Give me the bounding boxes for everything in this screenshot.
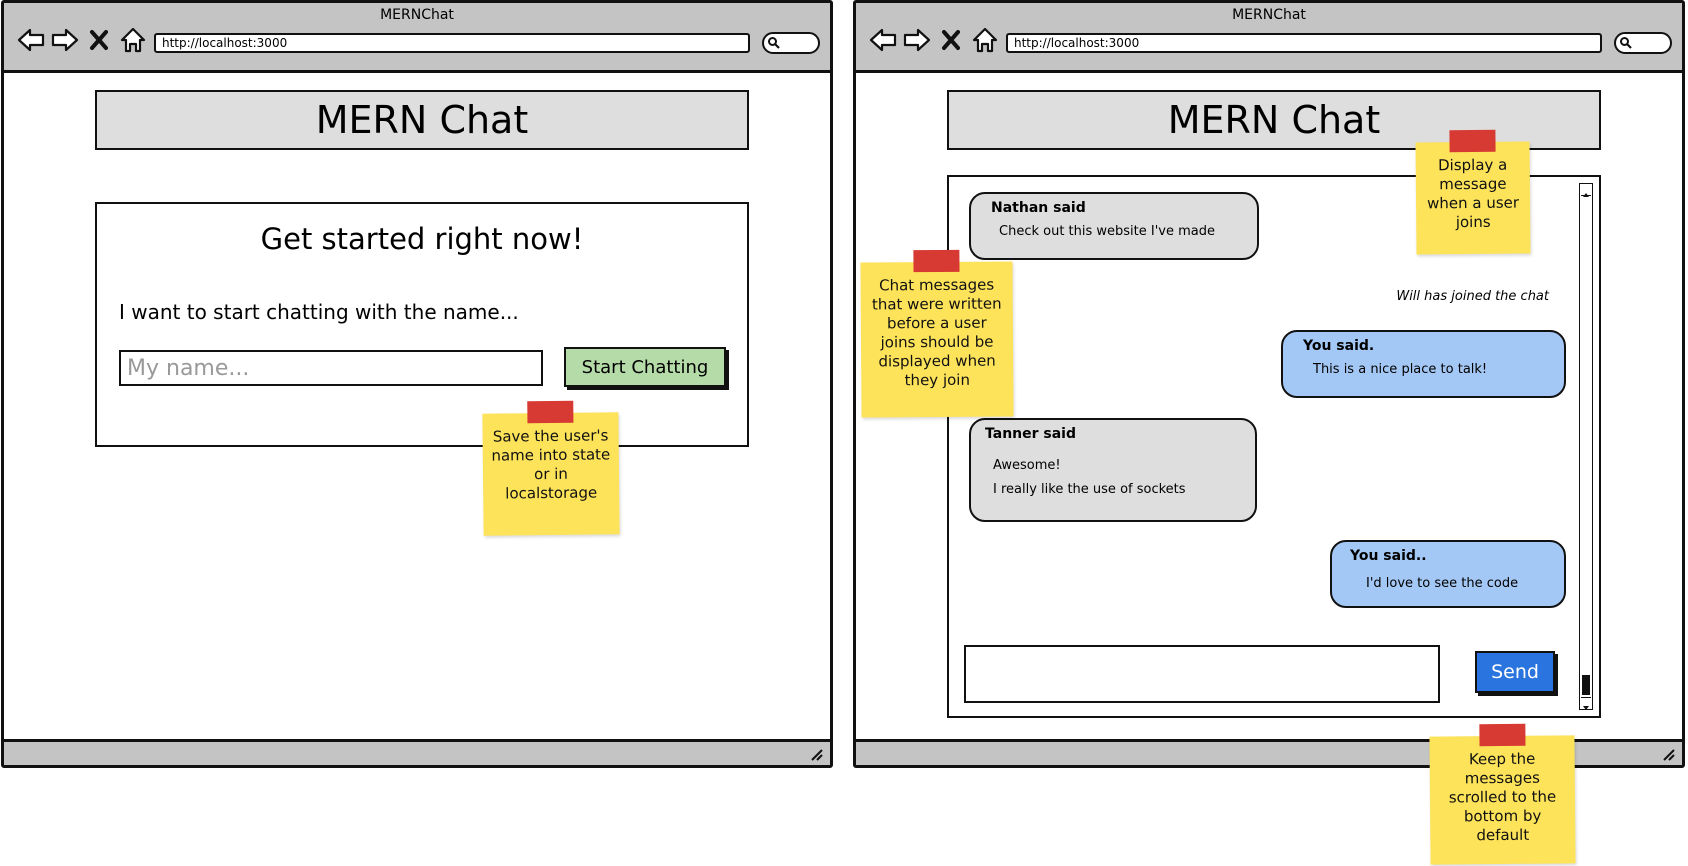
home-icon[interactable]	[970, 25, 1000, 55]
window-title: MERNChat	[380, 7, 454, 23]
nav-buttons	[16, 25, 148, 55]
sticky-note-text: Keep the messages scrolled to the bottom…	[1448, 749, 1557, 845]
tape-strip	[1478, 723, 1526, 747]
sticky-note-display-join: Display a message when a user joins	[1415, 129, 1531, 255]
tape-strip	[913, 249, 960, 273]
message-text: Awesome!	[993, 458, 1061, 473]
scroll-thumb[interactable]	[1582, 675, 1590, 695]
sticky-note-text: Chat messages that were written before a…	[871, 275, 1002, 390]
sticky-note-previous-messages: Chat messages that were written before a…	[860, 249, 1014, 418]
name-input[interactable]	[119, 350, 543, 386]
message-sender: You said.	[1303, 338, 1375, 354]
chat-message: You said.. I'd love to see the code	[1330, 540, 1566, 608]
scroll-down-icon[interactable]	[1581, 697, 1591, 710]
start-chatting-button[interactable]: Start Chatting	[564, 347, 726, 387]
browser-statusbar	[4, 739, 830, 765]
browser-search-box[interactable]	[762, 32, 820, 54]
sticky-note-text: Save the user's name into state or in lo…	[491, 426, 611, 503]
address-bar[interactable]: http://localhost:3000	[154, 33, 750, 53]
search-icon	[1620, 37, 1632, 49]
browser-titlebar: MERNChat http://localhost:3000	[4, 3, 830, 73]
sticky-note-save-name: Save the user's name into state or in lo…	[482, 400, 620, 536]
home-icon[interactable]	[118, 25, 148, 55]
close-x-icon[interactable]	[936, 25, 966, 55]
chat-scrollbar[interactable]	[1579, 183, 1593, 710]
browser-titlebar: MERNChat http://localhost:3000	[856, 3, 1682, 73]
message-text: I really like the use of sockets	[993, 482, 1186, 497]
chat-panel: Nathan said Check out this website I've …	[947, 175, 1601, 718]
chat-message: Tanner said Awesome! I really like the u…	[969, 418, 1257, 522]
start-heading: Get started right now!	[260, 222, 584, 256]
forward-arrow-icon[interactable]	[902, 25, 932, 55]
message-input[interactable]	[964, 645, 1440, 703]
message-sender: You said..	[1350, 548, 1427, 564]
browser-search-box[interactable]	[1614, 32, 1672, 54]
tape-strip	[527, 400, 574, 424]
resize-grip-icon[interactable]	[1660, 746, 1676, 762]
back-arrow-icon[interactable]	[16, 25, 46, 55]
scroll-up-icon[interactable]	[1581, 185, 1591, 197]
join-notice: Will has joined the chat	[1396, 289, 1549, 304]
chat-message: Nathan said Check out this website I've …	[969, 192, 1259, 260]
chat-message: You said. This is a nice place to talk!	[1281, 330, 1566, 398]
forward-arrow-icon[interactable]	[50, 25, 80, 55]
message-sender: Nathan said	[991, 200, 1086, 216]
window-title: MERNChat	[1232, 7, 1306, 23]
sticky-note-text: Display a message when a user joins	[1426, 155, 1520, 232]
tape-strip	[1449, 129, 1496, 153]
browser-window-login: MERNChat http://localhost:3000 MERN Chat…	[1, 0, 833, 768]
send-button[interactable]: Send	[1475, 651, 1555, 693]
close-x-icon[interactable]	[84, 25, 114, 55]
sticky-note-scroll-bottom: Keep the messages scrolled to the bottom…	[1429, 723, 1576, 865]
back-arrow-icon[interactable]	[868, 25, 898, 55]
message-text: I'd love to see the code	[1366, 576, 1519, 591]
address-bar[interactable]: http://localhost:3000	[1006, 33, 1602, 53]
message-sender: Tanner said	[985, 426, 1076, 442]
search-icon	[768, 37, 780, 49]
message-text: This is a nice place to talk!	[1313, 362, 1488, 377]
start-prompt: I want to start chatting with the name..…	[119, 300, 519, 324]
page-title: MERN Chat	[95, 90, 749, 150]
message-text: Check out this website I've made	[999, 224, 1216, 239]
resize-grip-icon[interactable]	[808, 746, 824, 762]
nav-buttons	[868, 25, 1000, 55]
start-card: Get started right now! I want to start c…	[95, 202, 749, 447]
